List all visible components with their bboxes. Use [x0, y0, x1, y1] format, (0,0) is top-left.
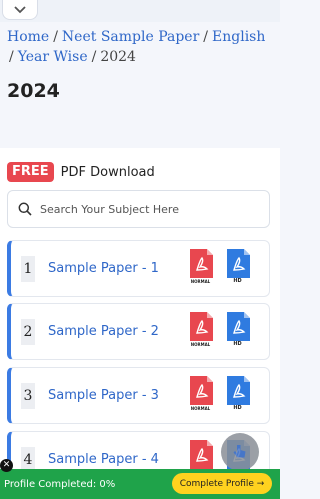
pdf-hd-label: HD [233, 404, 242, 411]
pdf-normal-label: NORMAL [190, 278, 211, 284]
paper-number: 2 [21, 318, 35, 345]
search-box[interactable] [7, 190, 270, 228]
floating-action-button[interactable] [221, 433, 259, 471]
paper-title[interactable]: Sample Paper - 1 [48, 261, 184, 276]
pdf-hd-label: HD [233, 340, 242, 347]
profile-completion-text: Profile Completed: 0% [4, 478, 116, 490]
profile-progress-bar: Profile Completed: 0% Complete Profile → [0, 469, 280, 499]
breadcrumb-link-year-wise[interactable]: Year Wise [18, 49, 88, 65]
search-input[interactable] [40, 202, 260, 216]
pdf-hd-download[interactable]: HD [221, 248, 252, 290]
pdf-normal-label: NORMAL [190, 341, 211, 347]
hand-pointer-icon [233, 445, 246, 458]
breadcrumb-separator: / [53, 29, 58, 45]
breadcrumb-separator: / [9, 49, 14, 65]
breadcrumb-separator: / [203, 29, 209, 45]
breadcrumb: Home / Neet Sample Paper / English / Year Wise… [7, 27, 273, 67]
free-badge: FREE [7, 162, 54, 182]
breadcrumb-section: Home / Neet Sample Paper / English / Year Wise… [0, 22, 280, 144]
paper-card[interactable]: 1 Sample Paper - 1 NORMAL HD [7, 240, 270, 297]
breadcrumb-link-neet-sample-paper[interactable]: Neet Sample Paper [62, 29, 199, 45]
pdf-hd-download[interactable]: HD [221, 375, 252, 417]
collapse-toggle[interactable] [2, 0, 38, 20]
close-icon[interactable]: ✕ [0, 459, 13, 472]
pdf-normal-download[interactable]: NORMAL [184, 311, 215, 353]
paper-card[interactable]: 3 Sample Paper - 3 NORMAL HD [7, 367, 270, 424]
pdf-normal-label: NORMAL [190, 405, 211, 411]
paper-number: 3 [21, 382, 35, 409]
breadcrumb-link-home[interactable]: Home [7, 29, 49, 45]
paper-title[interactable]: Sample Paper - 3 [48, 388, 184, 403]
paper-title[interactable]: Sample Paper - 2 [48, 324, 184, 339]
chevron-down-icon [14, 5, 26, 13]
paper-title[interactable]: Sample Paper - 4 [48, 452, 184, 467]
breadcrumb-current: 2024 [100, 49, 136, 65]
breadcrumb-separator: / [91, 49, 97, 65]
pdf-download-label: PDF Download [60, 164, 155, 180]
pdf-hd-download[interactable]: HD [221, 311, 252, 353]
complete-profile-button[interactable]: Complete Profile → [172, 473, 272, 494]
paper-number: 1 [21, 255, 35, 282]
page-title: 2024 [7, 80, 60, 102]
pdf-download-header: FREE PDF Download [7, 162, 155, 182]
pdf-normal-download[interactable]: NORMAL [184, 375, 215, 417]
breadcrumb-link-english[interactable]: English [212, 29, 265, 45]
top-strip [0, 0, 280, 22]
paper-card[interactable]: 2 Sample Paper - 2 NORMAL HD [7, 303, 270, 360]
pdf-hd-label: HD [233, 277, 242, 284]
pdf-normal-download[interactable]: NORMAL [184, 248, 215, 290]
search-icon [18, 202, 32, 216]
